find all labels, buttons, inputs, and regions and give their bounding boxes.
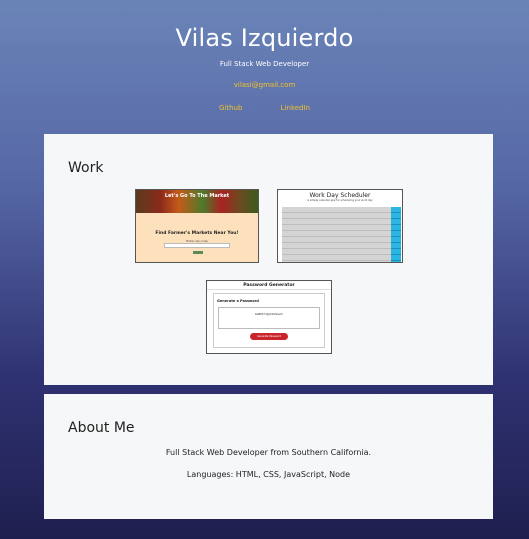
banner-text: Let's Go To The Market [164,193,230,199]
social-links: Github LinkedIn [0,104,529,112]
project-thumbnail-scheduler[interactable]: Work Day Scheduler A simple calendar app… [277,189,403,263]
password-panel: Generate a Password 9wBE$7!@pK#zQ&2m Gen… [213,293,325,348]
role-subtitle: Full Stack Web Developer [219,60,310,68]
generate-button-preview: Generate Password [250,333,288,340]
project-thumbnail-farmers-market[interactable]: Let's Go To The Market Find Farmer's Mar… [135,189,259,263]
zip-input-preview [164,243,230,248]
work-section: Work Let's Go To The Market Find Farmer'… [44,134,493,385]
market-title: Find Farmer's Markets Near You! [155,231,239,236]
password-label: Generate a Password [217,299,259,303]
scheduler-grid [282,207,392,262]
scheduler-save-column [391,207,401,262]
about-description: Full Stack Web Developer from Southern C… [165,448,372,457]
password-title: Password Generator [207,281,331,290]
password-output: 9wBE$7!@pK#zQ&2m [218,307,320,329]
work-heading: Work [68,160,104,176]
site-header: Vilas Izquierdo Full Stack Web Developer… [0,0,529,134]
scheduler-title: Work Day Scheduler [309,192,371,199]
project-thumbnail-password-generator[interactable]: Password Generator Generate a Password 9… [206,280,332,354]
github-link[interactable]: Github [219,104,242,112]
about-heading: About Me [68,420,135,436]
about-section: About Me Full Stack Web Developer from S… [44,394,493,519]
page-title: Vilas Izquierdo [175,24,354,52]
email-link[interactable]: vilasi@gmail.com [234,81,296,89]
market-body: Find Farmer's Markets Near You! Enter zi… [136,213,258,262]
market-banner-image: Let's Go To The Market [136,190,258,213]
scheduler-sub: A simple calendar app for scheduling you… [307,199,373,202]
linkedin-link[interactable]: LinkedIn [281,104,310,112]
about-languages: Languages: HTML, CSS, JavaScript, Node [186,470,351,479]
search-button-preview [193,251,203,254]
